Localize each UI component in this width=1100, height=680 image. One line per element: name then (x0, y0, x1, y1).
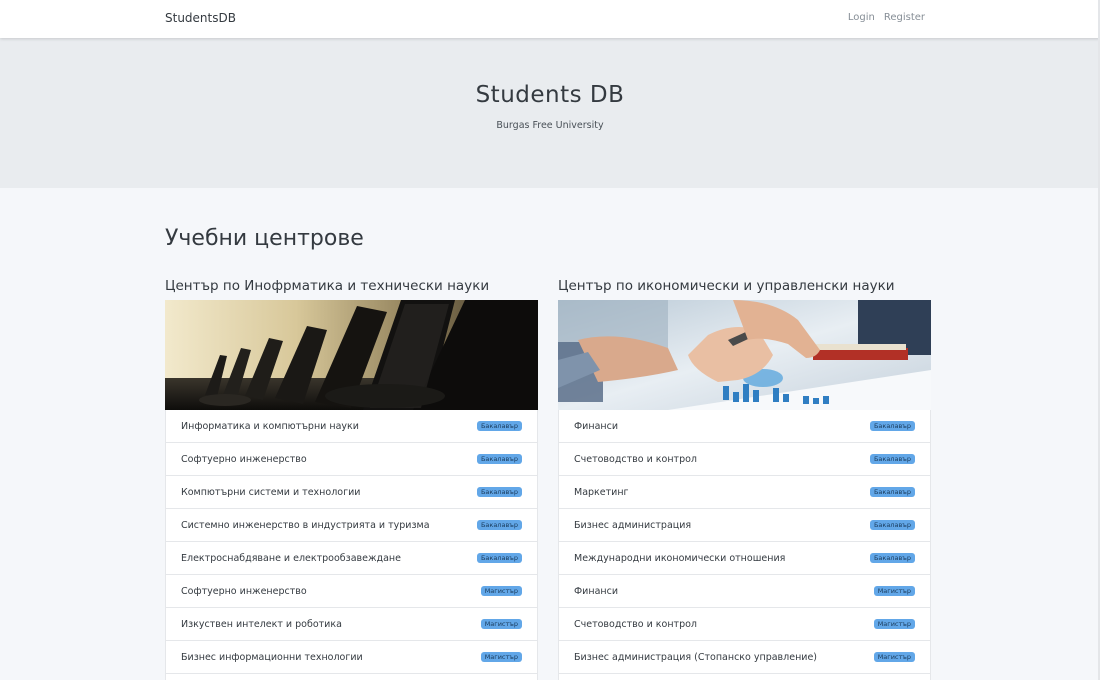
program-name: Компютърни системи и технологии (181, 486, 361, 498)
program-name: Информатика и компютърни науки (181, 420, 359, 432)
degree-badge: Бакалавър (476, 552, 522, 564)
program-name: Софтуерно инженерство (181, 585, 307, 597)
degree-badge: Бакалавър (476, 453, 522, 465)
center-card-informatics: Център по Инофрматика и технически науки (165, 276, 538, 680)
program-item[interactable]: Бизнес администрация (Стопанско управлен… (558, 641, 931, 674)
program-name: Изкуствен интелект и роботика (181, 618, 342, 630)
program-item[interactable]: Финанси Бакалавър (558, 410, 931, 443)
program-list: Финанси Бакалавър Счетоводство и контрол Б… (558, 410, 931, 680)
program-item[interactable]: Маркетинг Бакалавър (558, 476, 931, 509)
navbar: StudentsDB Login Register (0, 0, 1100, 38)
program-name: Финанси (574, 585, 618, 597)
program-item[interactable]: Финанси Магистър (558, 575, 931, 608)
degree-badge: Бакалавър (869, 519, 915, 531)
degree-badge: Магистър (480, 618, 522, 630)
degree-badge: Бакалавър (476, 486, 522, 498)
program-item[interactable]: Системно инженерство в индустрията и тур… (165, 509, 538, 542)
login-link[interactable]: Login (848, 12, 875, 23)
program-name: Финанси (574, 420, 618, 432)
degree-badge: Бакалавър (869, 552, 915, 564)
brand-link[interactable]: StudentsDB (165, 11, 236, 25)
degree-badge: Магистър (480, 585, 522, 597)
center-title: Център по Инофрматика и технически науки (165, 278, 490, 294)
computer-lab-image (165, 300, 538, 410)
page-subtitle: Burgas Free University (496, 120, 604, 131)
program-item[interactable]: Счетоводство и контрол Магистър (558, 608, 931, 641)
program-name: Международни икономически отношения (574, 552, 786, 564)
degree-badge: Бакалавър (476, 420, 522, 432)
register-link[interactable]: Register (884, 12, 925, 23)
program-name: Бизнес администрация (574, 519, 692, 531)
degree-badge: Магистър (873, 618, 915, 630)
degree-badge: Магистър (480, 651, 522, 663)
nav-links: Login Register (848, 12, 925, 23)
degree-badge: Бакалавър (869, 453, 915, 465)
degree-badge: Магистър (873, 651, 915, 663)
program-item[interactable]: Компютърни системи и технологии Бакалавър (165, 476, 538, 509)
program-name: Софтуерно инженерство (181, 453, 307, 465)
program-item[interactable] (165, 674, 538, 680)
program-name: Бизнес администрация (Стопанско управлен… (574, 651, 818, 663)
program-name: Системно инженерство в индустрията и тур… (181, 519, 430, 531)
degree-badge: Бакалавър (476, 519, 522, 531)
degree-badge: Бакалавър (869, 486, 915, 498)
program-item[interactable]: Изкуствен интелект и роботика Магистър (165, 608, 538, 641)
center-card-economics: Център по икономически и управленски нау… (558, 276, 931, 680)
section-title: Учебни центрове (165, 226, 364, 251)
program-item[interactable]: Бизнес информационни технологии Магистър (165, 641, 538, 674)
page-title: Students DB (475, 82, 625, 108)
program-name: Счетоводство и контрол (574, 453, 698, 465)
degree-badge: Бакалавър (869, 420, 915, 432)
business-charts-image (558, 300, 931, 410)
program-name: Бизнес информационни технологии (181, 651, 363, 663)
program-name: Електроснабдяване и електрообзавеждане (181, 552, 401, 564)
jumbotron: Students DB Burgas Free University (0, 38, 1100, 188)
center-title: Център по икономически и управленски нау… (558, 278, 895, 294)
program-list: Информатика и компютърни науки Бакалавър … (165, 410, 538, 680)
program-item[interactable]: Софтуерно инженерство Магистър (165, 575, 538, 608)
program-item[interactable]: Счетоводство и контрол Бакалавър (558, 443, 931, 476)
program-name: Счетоводство и контрол (574, 618, 698, 630)
program-item[interactable]: Бизнес администрация Бакалавър (558, 509, 931, 542)
degree-badge: Магистър (873, 585, 915, 597)
program-item[interactable]: Международни икономически отношения Бакал… (558, 542, 931, 575)
program-name: Маркетинг (574, 486, 629, 498)
program-item[interactable]: Електроснабдяване и електрообзавеждане Ба… (165, 542, 538, 575)
program-item[interactable]: Софтуерно инженерство Бакалавър (165, 443, 538, 476)
program-item[interactable] (558, 674, 931, 680)
program-item[interactable]: Информатика и компютърни науки Бакалавър (165, 410, 538, 443)
